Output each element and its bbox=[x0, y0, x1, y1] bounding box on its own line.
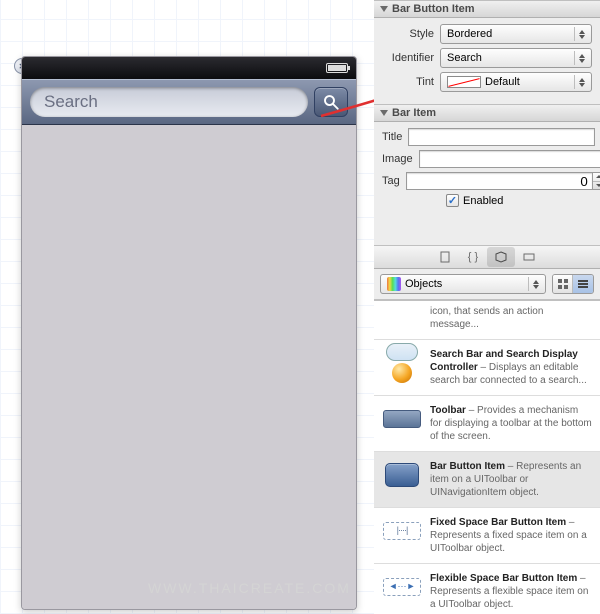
image-label: Image bbox=[382, 153, 419, 165]
grid-icon bbox=[558, 279, 568, 289]
search-input[interactable]: Search bbox=[30, 87, 308, 117]
view-mode-toggle bbox=[552, 274, 594, 294]
image-field[interactable] bbox=[419, 150, 600, 168]
battery-icon bbox=[326, 63, 348, 73]
watermark: WWW.THAICREATE.COM bbox=[148, 580, 351, 596]
tint-label: Tint bbox=[382, 76, 440, 88]
section-title: Bar Item bbox=[392, 107, 436, 119]
cube-icon bbox=[495, 251, 507, 263]
section-title: Bar Button Item bbox=[392, 3, 475, 15]
style-value: Bordered bbox=[447, 28, 492, 40]
media-icon bbox=[523, 251, 535, 263]
enabled-label: Enabled bbox=[463, 195, 503, 207]
view-content[interactable] bbox=[22, 125, 356, 609]
identifier-popup[interactable]: Search bbox=[440, 48, 592, 68]
title-label: Title bbox=[382, 131, 408, 143]
tag-field[interactable] bbox=[406, 172, 593, 190]
objects-popup[interactable]: Objects bbox=[380, 274, 546, 294]
tag-label: Tag bbox=[382, 175, 406, 187]
magnifying-glass-icon bbox=[322, 93, 340, 111]
color-swatch-icon bbox=[447, 76, 481, 88]
enabled-checkbox[interactable]: ✓ bbox=[446, 194, 459, 207]
list-item[interactable]: |····| Fixed Space Bar Button Item – Rep… bbox=[374, 508, 600, 564]
ib-canvas[interactable]: ✕ Search bbox=[0, 0, 374, 614]
disclosure-triangle-icon bbox=[380, 6, 388, 12]
fixed-space-icon: |····| bbox=[383, 522, 421, 540]
list-item[interactable]: ◄···► Flexible Space Bar Button Item – R… bbox=[374, 564, 600, 614]
list-item[interactable]: Toolbar – Provides a mechanism for displ… bbox=[374, 396, 600, 452]
disclosure-triangle-icon bbox=[380, 110, 388, 116]
search-button[interactable] bbox=[314, 87, 348, 117]
library-tabs: { } bbox=[374, 245, 600, 269]
search-placeholder: Search bbox=[44, 92, 98, 112]
style-popup[interactable]: Bordered bbox=[440, 24, 592, 44]
section-bar-button-item[interactable]: Bar Button Item bbox=[374, 0, 600, 18]
bar-button-icon bbox=[385, 463, 419, 487]
popup-arrows-icon bbox=[574, 51, 588, 65]
orb-icon bbox=[392, 363, 412, 383]
tab-media[interactable] bbox=[515, 247, 543, 267]
tab-snippets[interactable]: { } bbox=[459, 247, 487, 267]
popup-arrows-icon bbox=[574, 27, 588, 41]
inspector-panel: Bar Button Item Style Bordered Identifie… bbox=[374, 0, 600, 614]
identifier-label: Identifier bbox=[382, 52, 440, 64]
identifier-value: Search bbox=[447, 52, 482, 64]
tint-popup[interactable]: Default bbox=[440, 72, 592, 92]
toolbar-icon bbox=[383, 410, 421, 428]
title-field[interactable] bbox=[408, 128, 595, 146]
style-label: Style bbox=[382, 28, 440, 40]
rainbow-icon bbox=[387, 277, 401, 291]
tab-objects[interactable] bbox=[487, 247, 515, 267]
view-grid-button[interactable] bbox=[553, 275, 573, 293]
list-item[interactable]: icon, that sends an action message... bbox=[374, 301, 600, 340]
object-library-list[interactable]: icon, that sends an action message... Se… bbox=[374, 300, 600, 614]
iphone-frame: Search bbox=[21, 56, 357, 610]
section-bar-item[interactable]: Bar Item bbox=[374, 104, 600, 122]
tint-value: Default bbox=[485, 76, 520, 88]
tag-stepper[interactable] bbox=[592, 172, 600, 190]
status-bar bbox=[22, 57, 356, 79]
file-icon bbox=[439, 251, 451, 263]
search-bar-icon bbox=[386, 343, 418, 361]
list-item[interactable]: Bar Button Item – Represents an item on … bbox=[374, 452, 600, 508]
list-item[interactable]: Search Bar and Search Display Controller… bbox=[374, 340, 600, 396]
tab-files[interactable] bbox=[431, 247, 459, 267]
navigation-toolbar[interactable]: Search bbox=[22, 79, 356, 125]
popup-arrows-icon bbox=[528, 277, 542, 291]
flexible-space-icon: ◄···► bbox=[383, 578, 421, 596]
popup-arrows-icon bbox=[574, 75, 588, 89]
view-list-button[interactable] bbox=[573, 275, 593, 293]
objects-value: Objects bbox=[405, 278, 442, 290]
list-icon bbox=[578, 279, 588, 289]
